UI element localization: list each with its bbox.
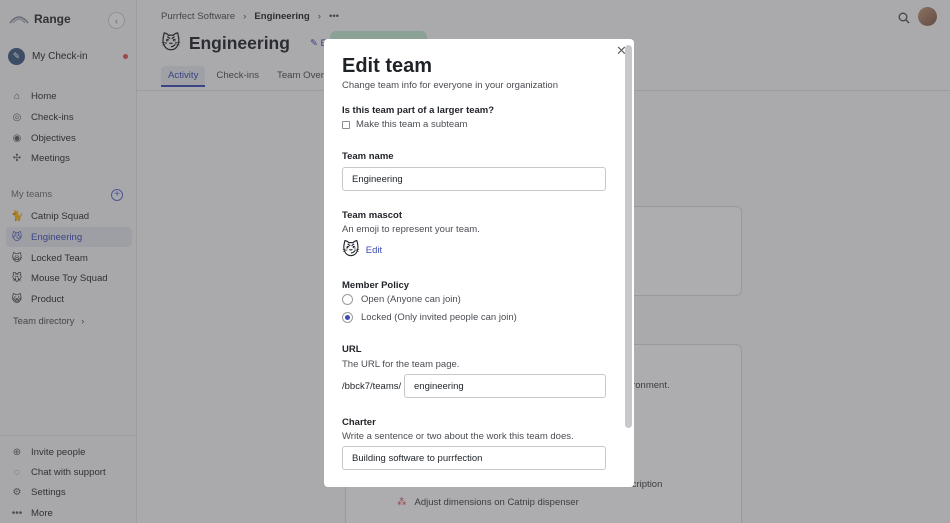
charter-input[interactable]: Building software to purrfection [342,446,606,470]
url-prefix: /bbck7/teams/ [342,381,402,392]
team-name-input[interactable]: Engineering [342,167,606,191]
charter-hint: Write a sentence or two about the work t… [342,431,574,442]
edit-team-modal: ✕ Edit team Change team info for everyon… [324,39,634,487]
policy-locked-radio[interactable] [342,312,353,323]
policy-open-radio[interactable] [342,294,353,305]
policy-locked-option[interactable]: Locked (Only invited people can join) [342,312,517,323]
mascot-emoji[interactable]: 😼 [342,240,360,260]
subteam-checkbox[interactable] [342,120,350,129]
member-policy-label: Member Policy [342,280,410,291]
url-label: URL [342,344,362,355]
modal-scrollbar[interactable] [625,45,632,428]
modal-title: Edit team [342,55,433,77]
subteam-checkbox-row[interactable]: Make this team a subteam [342,119,467,130]
charter-label: Charter [342,417,376,428]
team-mascot-label: Team mascot [342,210,403,221]
policy-open-label: Open (Anyone can join) [361,294,461,305]
policy-open-option[interactable]: Open (Anyone can join) [342,294,461,305]
url-input[interactable]: engineering [404,374,606,398]
team-name-label: Team name [342,151,394,162]
policy-locked-label: Locked (Only invited people can join) [361,312,517,323]
url-hint: The URL for the team page. [342,359,460,370]
team-mascot-hint: An emoji to represent your team. [342,224,480,235]
mascot-row: 😼 Edit [342,240,382,260]
mascot-edit-link[interactable]: Edit [366,245,382,256]
modal-subtitle: Change team info for everyone in your or… [342,80,558,91]
subteam-checkbox-label: Make this team a subteam [356,119,468,130]
subteam-question: Is this team part of a larger team? [342,105,495,116]
